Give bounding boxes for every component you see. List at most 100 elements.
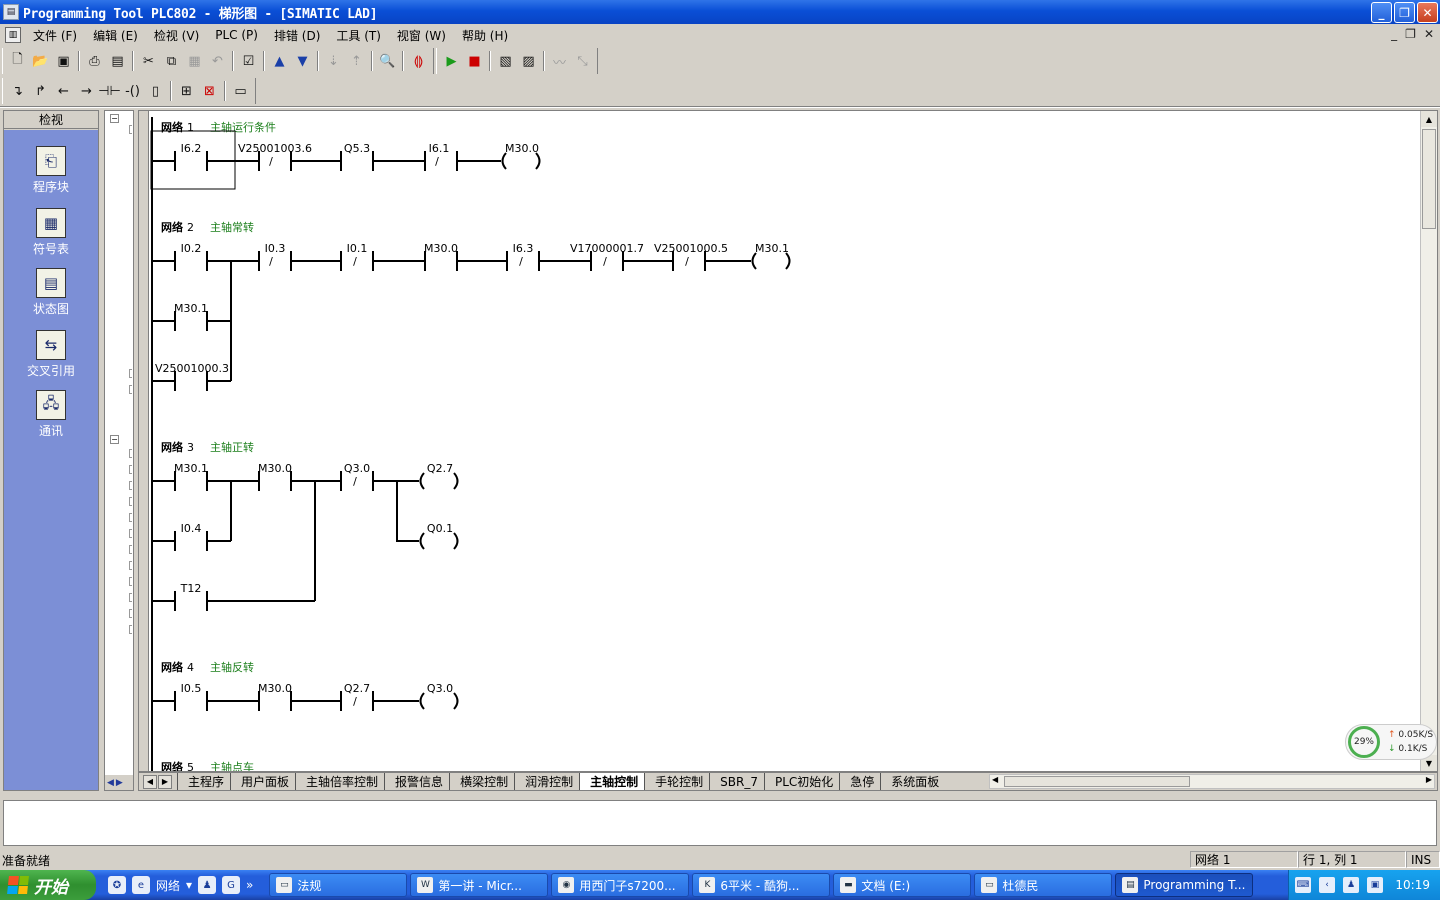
open-icon[interactable]: 📂 <box>29 50 52 72</box>
sort-asc-icon[interactable]: ⇣ <box>322 50 345 72</box>
minimize-button[interactable]: _ <box>1371 2 1392 23</box>
tab-user-panel[interactable]: 用户面板 <box>230 773 296 790</box>
mdi-close-button[interactable]: ✕ <box>1424 27 1434 41</box>
delete-network-icon[interactable]: ⊠ <box>198 80 221 102</box>
tab-crossbeam-control[interactable]: 横梁控制 <box>449 773 515 790</box>
paste-icon[interactable]: ▦ <box>183 50 206 72</box>
tab-alarm-info[interactable]: 报警信息 <box>384 773 450 790</box>
collapse-icon[interactable]: − <box>110 435 119 444</box>
tab-scroll-right-icon[interactable]: ▶ <box>158 774 172 789</box>
qq-tray-icon[interactable]: ♟ <box>1343 877 1359 893</box>
tab-sbr7[interactable]: SBR_7 <box>709 773 764 790</box>
vertical-scrollbar[interactable]: ▲ ▼ <box>1420 111 1437 771</box>
browser-icon[interactable]: G <box>222 876 241 894</box>
print-preview-icon[interactable]: ▤ <box>106 50 129 72</box>
download-icon[interactable]: ▼ <box>291 50 314 72</box>
task-chrome[interactable]: ◉ 用西门子s7200... <box>551 873 690 897</box>
upload-icon[interactable]: ▲ <box>268 50 291 72</box>
menu-tools[interactable]: 工具 (T) <box>328 27 389 44</box>
copy-icon[interactable]: ⧉ <box>160 50 183 72</box>
compile-icon[interactable]: ☑ <box>237 50 260 72</box>
nav-item-communication[interactable]: 🖧 通讯 <box>4 390 98 439</box>
tab-handwheel-control[interactable]: 手轮控制 <box>644 773 710 790</box>
tab-spindle-override[interactable]: 主轴倍率控制 <box>295 773 385 790</box>
tab-main-program[interactable]: 主程序 <box>177 773 231 790</box>
line-right-icon[interactable]: → <box>75 80 98 102</box>
plc-app-icon[interactable]: ▤ <box>3 4 19 20</box>
close-button[interactable]: ✕ <box>1417 2 1438 23</box>
scroll-right-icon[interactable]: ▶ <box>1426 775 1432 784</box>
document-icon[interactable]: ▥ <box>5 27 21 43</box>
tab-emergency-stop[interactable]: 急停 <box>839 773 881 790</box>
undo-icon[interactable]: ↶ <box>206 50 229 72</box>
cut-icon[interactable]: ✂ <box>137 50 160 72</box>
line-up-icon[interactable]: ↱ <box>29 80 52 102</box>
tab-system-panel[interactable]: 系统面板 <box>880 773 946 790</box>
sort-desc-icon[interactable]: ⇡ <box>345 50 368 72</box>
scroll-up-icon[interactable]: ▲ <box>1421 111 1437 127</box>
tree-scroll-right-icon[interactable]: ▶ <box>116 778 123 788</box>
menu-file[interactable]: 文件 (F) <box>25 27 85 44</box>
force-icon[interactable]: ⤡ <box>571 50 594 72</box>
menu-view[interactable]: 检视 (V) <box>146 27 207 44</box>
task-programming-tool[interactable]: ▤ Programming T... <box>1115 873 1254 897</box>
qq-icon[interactable]: ♟ <box>198 876 217 894</box>
keyboard-icon[interactable]: ⌨ <box>1295 877 1311 893</box>
task-documents[interactable]: ▬ 文档 (E:) <box>833 873 972 897</box>
task-kugou[interactable]: K 6平米 - 酷狗... <box>692 873 831 897</box>
menu-plc[interactable]: PLC (P) <box>207 28 266 42</box>
nav-item-status-chart[interactable]: ▤ 状态图 <box>4 268 98 317</box>
network-speed-widget[interactable]: 29% ↑ 0.05K/S ↓ 0.1K/S <box>1345 724 1437 760</box>
print-icon[interactable]: ⎙ <box>83 50 106 72</box>
scroll-left-icon[interactable]: ◀ <box>992 775 998 784</box>
tab-scroll-left-icon[interactable]: ◀ <box>143 774 157 789</box>
save-icon[interactable]: ▣ <box>52 50 75 72</box>
trend-icon[interactable]: 〰 <box>548 50 571 72</box>
output-window[interactable] <box>3 800 1437 846</box>
start-button[interactable]: 开始 <box>0 870 96 900</box>
instruction-tree[interactable]: − − ◀ ▶ <box>104 110 134 791</box>
insert-network-icon[interactable]: ⊞ <box>175 80 198 102</box>
contact-icon[interactable]: ⊣⊢ <box>98 80 121 102</box>
tab-spindle-control[interactable]: 主轴控制 <box>579 773 645 790</box>
restore-button[interactable]: ❐ <box>1394 2 1415 23</box>
toggle-icon[interactable]: ▭ <box>229 80 252 102</box>
line-down-icon[interactable]: ↴ <box>6 80 29 102</box>
nav-item-cross-reference[interactable]: ⇆ 交叉引用 <box>4 330 98 379</box>
nav-item-program-block[interactable]: ⎗ 程序块 <box>4 146 98 195</box>
quicklaunch-label[interactable]: 网络 <box>156 877 180 894</box>
monitor-icon[interactable]: ▧ <box>494 50 517 72</box>
symbol-icon[interactable]: ⟬⟭ <box>407 50 430 72</box>
menu-help[interactable]: 帮助 (H) <box>454 27 516 44</box>
menu-debug[interactable]: 排错 (D) <box>266 27 328 44</box>
new-icon[interactable]: 🗋 <box>6 50 29 72</box>
clock[interactable]: 10:19 <box>1395 878 1430 892</box>
task-dudemin[interactable]: ▭ 杜德民 <box>974 873 1113 897</box>
tab-lubrication-control[interactable]: 润滑控制 <box>514 773 580 790</box>
mdi-minimize-button[interactable]: _ <box>1391 27 1397 41</box>
run-icon[interactable]: ▶ <box>440 50 463 72</box>
task-fagui[interactable]: ▭ 法规 <box>269 873 408 897</box>
ie-icon[interactable]: e <box>132 876 150 894</box>
line-left-icon[interactable]: ← <box>52 80 75 102</box>
tab-plc-init[interactable]: PLC初始化 <box>763 773 840 790</box>
scroll-thumb[interactable] <box>1422 129 1436 229</box>
dropdown-icon[interactable]: ▾ <box>186 878 192 892</box>
menu-window[interactable]: 视窗 (W) <box>389 27 454 44</box>
network-tray-icon[interactable]: ▣ <box>1367 877 1383 893</box>
tray-expand-icon[interactable]: ‹ <box>1319 877 1335 893</box>
quicklaunch-icon[interactable]: ✪ <box>108 876 126 894</box>
hscroll-thumb[interactable] <box>1004 776 1190 787</box>
horizontal-scrollbar[interactable]: ◀ ▶ <box>989 774 1435 789</box>
find-icon[interactable]: 🔍 <box>376 50 399 72</box>
ladder-editor[interactable]: 网络 1 主轴运行条件 / / I6.2 V25001003.6 Q5.3 I6.1… <box>138 110 1438 772</box>
mdi-restore-button[interactable]: ❐ <box>1405 27 1416 41</box>
menu-edit[interactable]: 编辑 (E) <box>85 27 146 44</box>
coil-icon[interactable]: -() <box>121 80 144 102</box>
tree-scroll-left-icon[interactable]: ◀ <box>107 778 114 788</box>
box-icon[interactable]: ▯ <box>144 80 167 102</box>
nav-item-symbol-table[interactable]: ▦ 符号表 <box>4 208 98 257</box>
more-icon[interactable]: » <box>246 878 253 892</box>
status-chart-icon[interactable]: ▨ <box>517 50 540 72</box>
collapse-icon[interactable]: − <box>110 114 119 123</box>
